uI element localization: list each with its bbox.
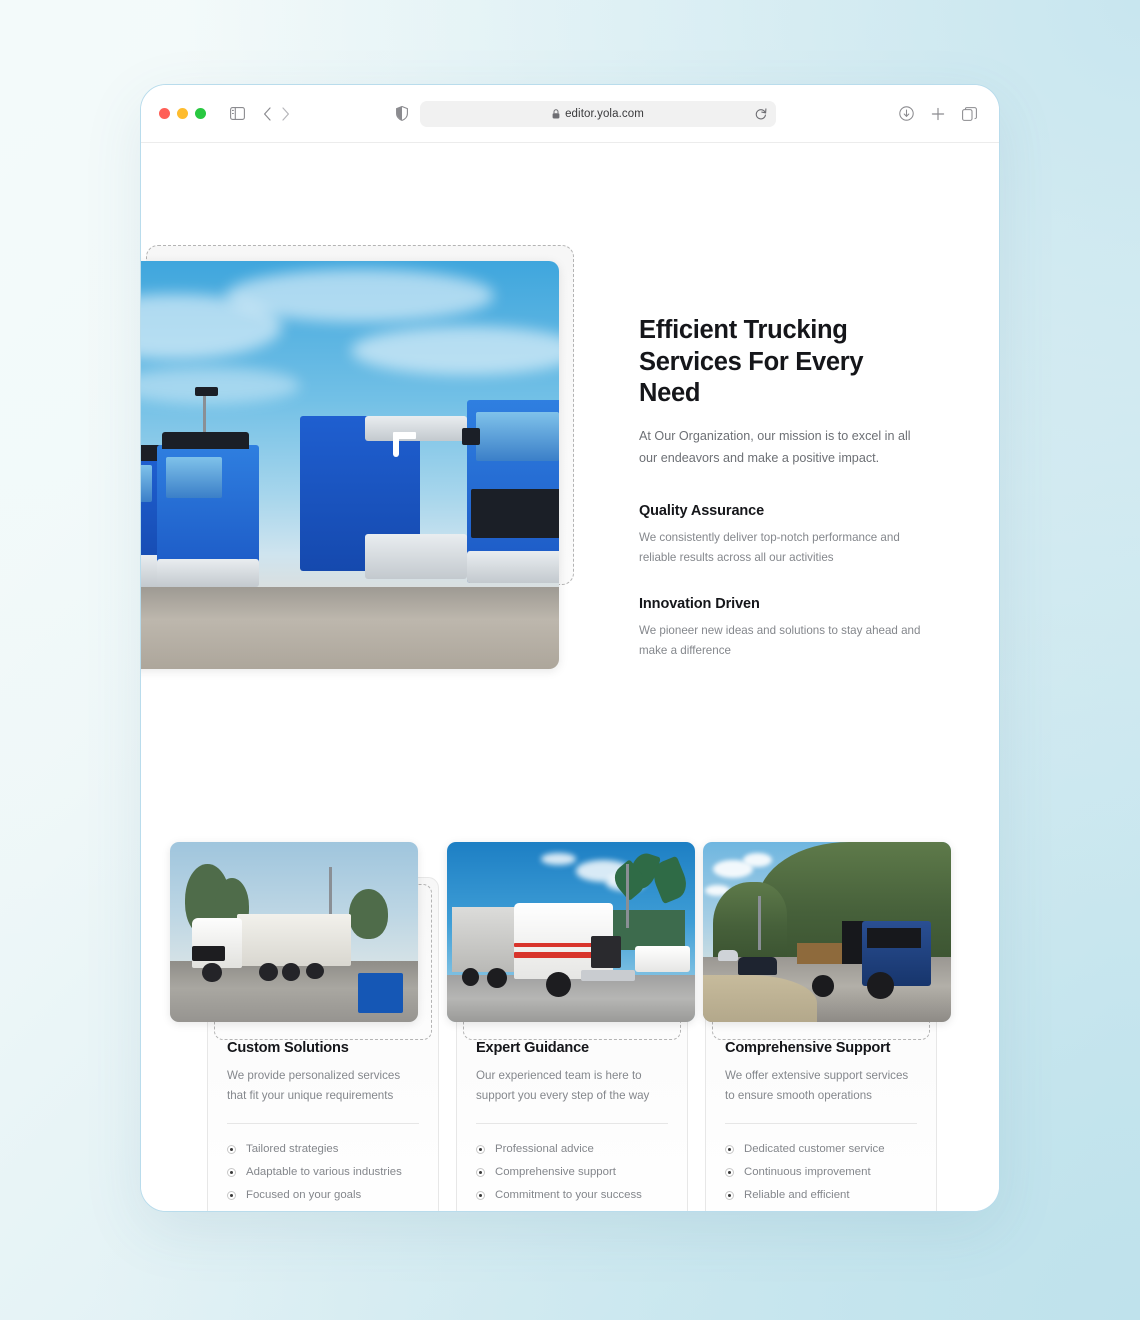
card-description[interactable]: Our experienced team is here to support … (476, 1066, 668, 1106)
tabs-overview-icon[interactable] (962, 106, 977, 121)
list-item-label: Professional advice (495, 1143, 594, 1156)
services-card-row: Custom Solutions We provide personalized… (170, 842, 951, 1211)
card-title[interactable]: Comprehensive Support (725, 1040, 917, 1056)
feature-description[interactable]: We pioneer new ideas and solutions to st… (639, 621, 929, 661)
download-icon[interactable] (899, 106, 914, 121)
back-chevron-icon[interactable] (263, 106, 272, 121)
bullet-icon (476, 1167, 485, 1177)
website-canvas: Efficient Trucking Services For Every Ne… (141, 143, 999, 1211)
service-card[interactable]: Custom Solutions We provide personalized… (170, 842, 439, 1211)
service-card[interactable]: Comprehensive Support We offer extensive… (703, 842, 951, 1211)
list-item[interactable]: Continuous improvement (725, 1161, 917, 1184)
page-title[interactable]: Efficient Trucking Services For Every Ne… (639, 315, 929, 410)
address-bar[interactable]: editor.yola.com (420, 100, 776, 127)
browser-window: editor.yola.com Efficient Trucking Servi… (140, 84, 1000, 1212)
card-title[interactable]: Custom Solutions (227, 1040, 419, 1056)
list-item[interactable]: Tailored strategies (227, 1138, 419, 1161)
card-image[interactable] (703, 842, 951, 1022)
card-divider (725, 1122, 917, 1124)
bullet-icon (227, 1190, 236, 1200)
bullet-icon (476, 1190, 485, 1200)
list-item[interactable]: Professional advice (476, 1138, 668, 1161)
browser-toolbar: editor.yola.com (141, 85, 999, 143)
lock-icon (552, 108, 560, 119)
hero-image-art (141, 261, 559, 669)
list-item-label: Comprehensive support (495, 1166, 616, 1179)
card-image[interactable] (170, 842, 418, 1022)
bullet-icon (476, 1144, 485, 1154)
sidebar-icon[interactable] (230, 107, 245, 120)
feature-title[interactable]: Innovation Driven (639, 596, 929, 612)
bullet-icon (227, 1144, 236, 1154)
card-image[interactable] (447, 842, 695, 1022)
card-divider (476, 1122, 668, 1124)
list-item[interactable]: Reliable and efficient (725, 1184, 917, 1207)
plus-icon[interactable] (931, 106, 945, 121)
bullet-icon (725, 1190, 734, 1200)
card-bullet-list: Professional advice Comprehensive suppor… (476, 1138, 668, 1207)
hero-subtitle[interactable]: At Our Organization, our mission is to e… (639, 426, 929, 470)
card-description[interactable]: We offer extensive support services to e… (725, 1066, 917, 1106)
feature-block-innovation: Innovation Driven We pioneer new ideas a… (639, 596, 929, 661)
list-item[interactable]: Adaptable to various industries (227, 1161, 419, 1184)
traffic-lights (159, 108, 206, 119)
card-title[interactable]: Expert Guidance (476, 1040, 668, 1056)
bullet-icon (725, 1144, 734, 1154)
list-item-label: Commitment to your success (495, 1189, 642, 1202)
list-item[interactable]: Focused on your goals (227, 1184, 419, 1207)
card-bullet-list: Tailored strategies Adaptable to various… (227, 1138, 419, 1207)
card-divider (227, 1122, 419, 1124)
service-card[interactable]: Expert Guidance Our experienced team is … (447, 842, 695, 1211)
list-item-label: Dedicated customer service (744, 1143, 885, 1156)
list-item[interactable]: Commitment to your success (476, 1184, 668, 1207)
navigation-buttons (263, 106, 290, 121)
url-text: editor.yola.com (565, 107, 644, 120)
list-item-label: Continuous improvement (744, 1166, 871, 1179)
card-bullet-list: Dedicated customer service Continuous im… (725, 1138, 917, 1207)
minimize-window-button[interactable] (177, 108, 188, 119)
hero-text-block: Efficient Trucking Services For Every Ne… (639, 315, 929, 661)
list-item[interactable]: Comprehensive support (476, 1161, 668, 1184)
card-description[interactable]: We provide personalized services that fi… (227, 1066, 419, 1106)
zoom-window-button[interactable] (195, 108, 206, 119)
bullet-icon (227, 1167, 236, 1177)
feature-block-quality: Quality Assurance We consistently delive… (639, 503, 929, 568)
reload-icon[interactable] (755, 107, 767, 120)
list-item-label: Reliable and efficient (744, 1189, 850, 1202)
forward-chevron-icon[interactable] (281, 106, 290, 121)
list-item-label: Adaptable to various industries (246, 1166, 402, 1179)
feature-title[interactable]: Quality Assurance (639, 503, 929, 519)
feature-description[interactable]: We consistently deliver top-notch perfor… (639, 528, 929, 568)
shield-icon[interactable] (396, 106, 408, 121)
toolbar-actions (899, 106, 977, 121)
hero-image[interactable] (141, 261, 559, 669)
card-image-art (447, 842, 695, 1022)
card-image-art (703, 842, 951, 1022)
close-window-button[interactable] (159, 108, 170, 119)
bullet-icon (725, 1167, 734, 1177)
list-item[interactable]: Dedicated customer service (725, 1138, 917, 1161)
card-image-art (170, 842, 418, 1022)
list-item-label: Tailored strategies (246, 1143, 339, 1156)
list-item-label: Focused on your goals (246, 1189, 362, 1202)
